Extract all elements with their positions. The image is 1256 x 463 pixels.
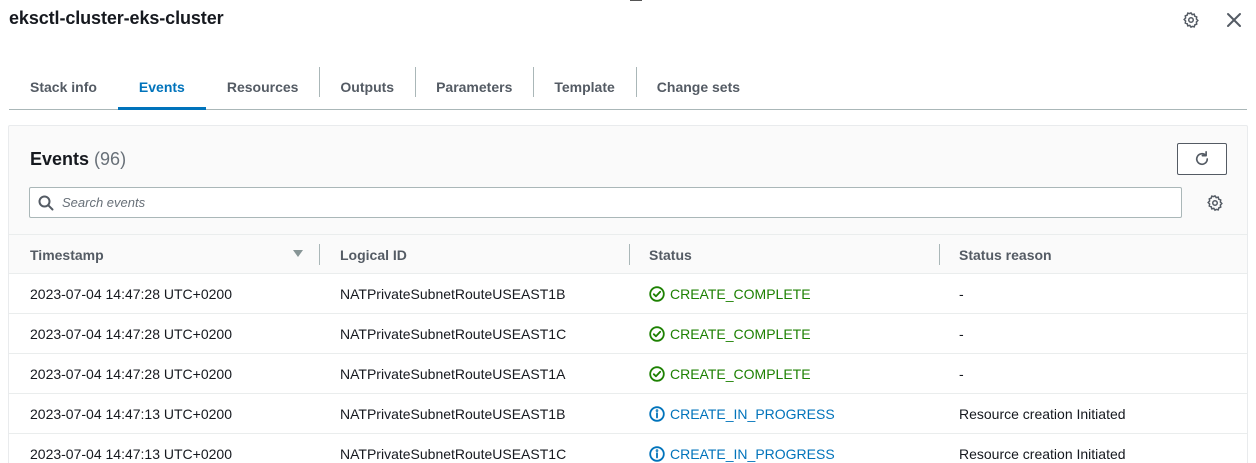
success-check-icon xyxy=(649,325,665,342)
page-header: eksctl-cluster-eks-cluster xyxy=(0,0,1256,44)
column-header-status-reason[interactable]: Status reason xyxy=(959,235,1052,274)
sort-descending-icon[interactable] xyxy=(293,250,303,257)
status-text: CREATE_COMPLETE xyxy=(670,285,811,302)
success-check-icon xyxy=(649,285,665,302)
events-title: Events xyxy=(30,149,90,169)
cell-timestamp: 2023-07-04 14:47:28 UTC+0200 xyxy=(30,365,232,382)
cell-logical-id: NATPrivateSubnetRouteUSEAST1C xyxy=(340,325,567,342)
status-badge: CREATE_COMPLETE xyxy=(649,366,811,382)
cell-logical-id: NATPrivateSubnetRouteUSEAST1C xyxy=(340,445,567,462)
status-text: CREATE_IN_PROGRESS xyxy=(670,445,835,462)
table-row: 2023-07-04 14:47:13 UTC+0200 NATPrivateS… xyxy=(9,434,1247,463)
close-icon[interactable] xyxy=(1224,10,1244,30)
cell-logical-id: NATPrivateSubnetRouteUSEAST1A xyxy=(340,365,566,382)
search-input[interactable] xyxy=(62,188,1172,217)
refresh-button[interactable] xyxy=(1177,143,1227,175)
tab-change-sets[interactable]: Change sets xyxy=(635,64,761,109)
top-marker xyxy=(630,0,642,1)
events-table: Timestamp Logical ID Status Status reaso… xyxy=(9,234,1247,463)
tab-stack-info[interactable]: Stack info xyxy=(9,64,118,109)
events-heading: Events (96) xyxy=(30,149,126,170)
tab-parameters[interactable]: Parameters xyxy=(415,64,533,109)
cell-status: CREATE_COMPLETE xyxy=(649,314,811,353)
column-divider[interactable] xyxy=(629,244,630,265)
cell-status-reason: Resource creation Initiated xyxy=(959,405,1126,422)
status-badge: CREATE_IN_PROGRESS xyxy=(649,446,835,462)
status-badge: CREATE_COMPLETE xyxy=(649,286,811,302)
cell-logical-id: NATPrivateSubnetRouteUSEAST1B xyxy=(340,285,566,302)
status-badge: CREATE_IN_PROGRESS xyxy=(649,406,835,422)
status-text: CREATE_IN_PROGRESS xyxy=(670,405,835,422)
cell-status: CREATE_COMPLETE xyxy=(649,354,811,393)
status-text: CREATE_COMPLETE xyxy=(670,325,811,342)
column-header-logical-id[interactable]: Logical ID xyxy=(340,235,407,274)
cell-status-reason: - xyxy=(959,285,964,302)
cell-status-reason: - xyxy=(959,365,964,382)
info-icon xyxy=(649,445,665,462)
cell-timestamp: 2023-07-04 14:47:28 UTC+0200 xyxy=(30,325,232,342)
search-box xyxy=(29,187,1182,218)
table-row: 2023-07-04 14:47:28 UTC+0200 NATPrivateS… xyxy=(9,274,1247,314)
tab-resources[interactable]: Resources xyxy=(206,64,320,109)
tab-events[interactable]: Events xyxy=(117,64,206,110)
table-row: 2023-07-04 14:47:13 UTC+0200 NATPrivateS… xyxy=(9,394,1247,434)
cell-status-reason: Resource creation Initiated xyxy=(959,445,1126,462)
cell-logical-id: NATPrivateSubnetRouteUSEAST1B xyxy=(340,405,566,422)
status-text: CREATE_COMPLETE xyxy=(670,365,811,382)
search-icon xyxy=(38,195,54,211)
table-row: 2023-07-04 14:47:28 UTC+0200 NATPrivateS… xyxy=(9,354,1247,394)
table-header: Timestamp Logical ID Status Status reaso… xyxy=(9,234,1247,274)
table-row: 2023-07-04 14:47:28 UTC+0200 NATPrivateS… xyxy=(9,314,1247,354)
page-title: eksctl-cluster-eks-cluster xyxy=(9,8,224,28)
success-check-icon xyxy=(649,365,665,382)
cell-status-reason: - xyxy=(959,325,964,342)
status-badge: CREATE_COMPLETE xyxy=(649,326,811,342)
cell-status: CREATE_IN_PROGRESS xyxy=(649,394,835,433)
column-divider[interactable] xyxy=(939,244,940,265)
events-count: (96) xyxy=(94,149,127,169)
tab-template[interactable]: Template xyxy=(533,64,635,109)
gear-icon[interactable] xyxy=(1181,10,1201,30)
preferences-gear-icon[interactable] xyxy=(1205,193,1225,213)
column-header-timestamp[interactable]: Timestamp xyxy=(30,235,104,274)
info-icon xyxy=(649,405,665,422)
cell-timestamp: 2023-07-04 14:47:13 UTC+0200 xyxy=(30,445,232,462)
column-divider[interactable] xyxy=(319,244,320,265)
column-header-status[interactable]: Status xyxy=(649,235,692,274)
refresh-icon xyxy=(1193,150,1211,168)
cell-timestamp: 2023-07-04 14:47:13 UTC+0200 xyxy=(30,405,232,422)
events-panel: Events (96) Timestamp Logi xyxy=(8,125,1248,463)
cell-status: CREATE_COMPLETE xyxy=(649,274,811,313)
tab-outputs[interactable]: Outputs xyxy=(319,64,415,109)
stack-tabs: Stack info Events Resources Outputs Para… xyxy=(9,64,1247,110)
cell-timestamp: 2023-07-04 14:47:28 UTC+0200 xyxy=(30,285,232,302)
cell-status: CREATE_IN_PROGRESS xyxy=(649,434,835,463)
